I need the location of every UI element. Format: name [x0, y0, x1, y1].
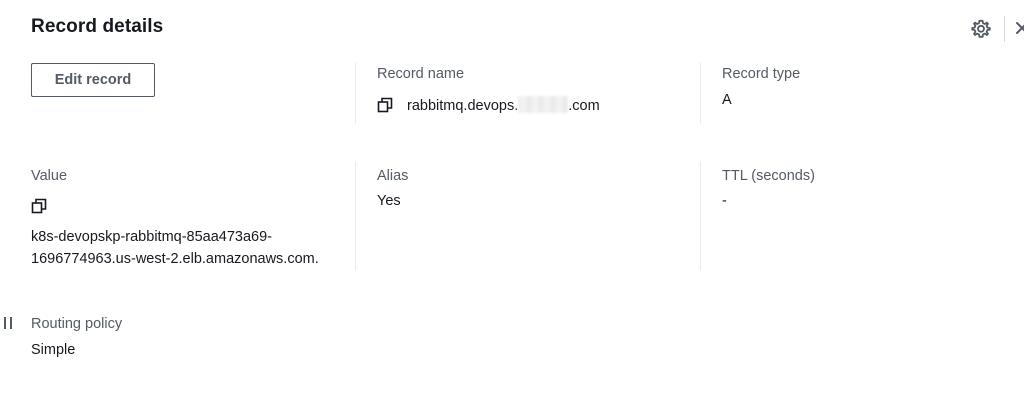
value-label: Value: [31, 168, 68, 184]
column-divider: [355, 162, 356, 270]
record-type-value: A: [722, 92, 732, 108]
value-text: k8s-devopskp-rabbitmq-85aa473a69- 169677…: [31, 226, 351, 270]
ttl-label: TTL (seconds): [722, 168, 815, 184]
header-divider: [1004, 16, 1005, 42]
routing-policy-value: Simple: [31, 342, 76, 358]
copy-icon[interactable]: [377, 97, 393, 113]
value-line-1: k8s-devopskp-rabbitmq-85aa473a69-: [31, 229, 273, 245]
copy-icon[interactable]: [31, 198, 47, 214]
record-name-prefix: rabbitmq.devops.: [407, 98, 519, 114]
routing-policy-label: Routing policy: [31, 316, 123, 332]
redacted-block: [518, 96, 569, 113]
record-name-value: rabbitmq.devops. .com: [407, 96, 600, 114]
alias-label: Alias: [377, 168, 409, 184]
value-line-2: 1696774963.us-west-2.elb.amazonaws.com.: [31, 251, 319, 267]
record-type-label: Record type: [722, 66, 801, 82]
panel-title: Record details: [31, 16, 164, 37]
record-name-label: Record name: [377, 66, 465, 82]
close-icon[interactable]: [1015, 21, 1024, 35]
edit-record-button[interactable]: Edit record: [31, 63, 155, 97]
column-divider: [700, 62, 701, 124]
resize-handle[interactable]: [4, 317, 13, 329]
column-divider: [700, 162, 701, 270]
record-name-suffix: .com: [568, 98, 600, 114]
ttl-value: -: [722, 193, 727, 209]
alias-value: Yes: [377, 193, 401, 209]
gear-icon[interactable]: [971, 19, 991, 39]
column-divider: [355, 62, 356, 124]
